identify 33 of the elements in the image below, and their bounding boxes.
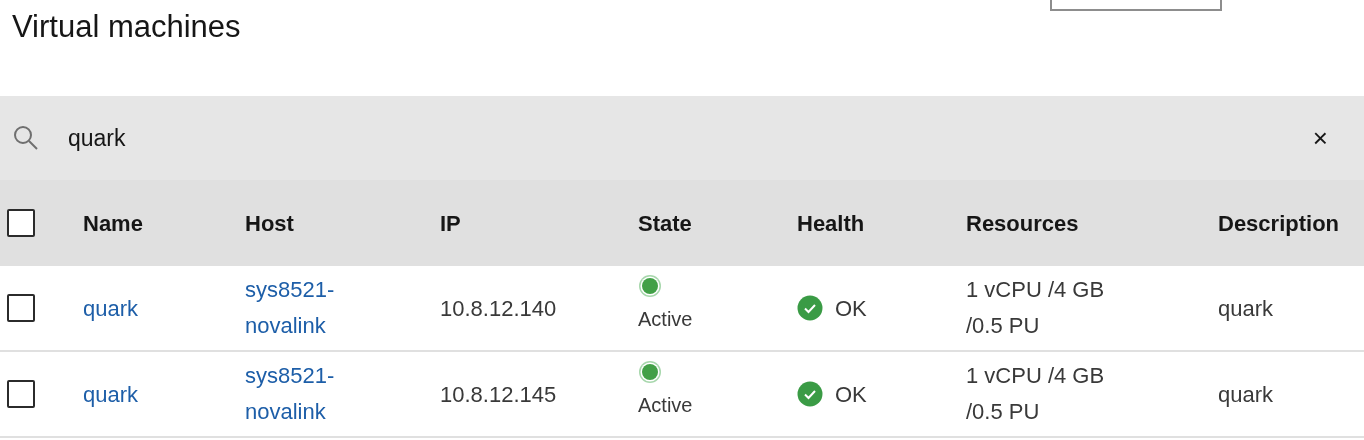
host-link[interactable]: sys8521-novalink <box>245 271 365 345</box>
state-text: Active <box>638 393 693 418</box>
button[interactable] <box>1050 0 1222 11</box>
description-text: quark <box>1218 380 1274 409</box>
column-header[interactable]: Host <box>245 206 294 240</box>
column-header[interactable]: State <box>638 206 692 240</box>
resources-text: 1 vCPU /4 GB /0.5 PU <box>966 275 1106 340</box>
column-header[interactable]: Name <box>83 206 143 240</box>
ip-address: 10.8.12.140 <box>440 294 557 323</box>
search-icon <box>12 124 40 152</box>
vm-name-link[interactable]: quark <box>83 291 139 325</box>
resources-text: 1 vCPU /4 GB /0.5 PU <box>966 361 1106 426</box>
vm-name-link[interactable]: quark <box>83 377 139 411</box>
check-circle-icon <box>797 381 823 407</box>
column-header[interactable]: Description <box>1218 206 1340 240</box>
health-text: OK <box>835 380 867 409</box>
select-all-checkbox[interactable] <box>7 209 35 237</box>
row-checkbox[interactable] <box>7 380 35 408</box>
ip-address: 10.8.12.145 <box>440 380 557 409</box>
status-dot-icon <box>638 274 662 298</box>
row-checkbox[interactable] <box>7 294 35 322</box>
search-field[interactable]: quark × <box>0 96 1364 180</box>
column-header[interactable]: Health <box>797 206 865 240</box>
column-header[interactable]: IP <box>440 206 461 240</box>
state-text: Active <box>638 307 693 332</box>
clear-button[interactable]: × <box>1308 125 1332 151</box>
host-link[interactable]: sys8521-novalink <box>245 357 365 431</box>
page-title: Virtual machines <box>12 8 241 46</box>
check-circle-icon <box>797 295 823 321</box>
description-text: quark <box>1218 294 1274 323</box>
column-header[interactable]: Resources <box>966 206 1079 240</box>
status-dot-icon <box>638 360 662 384</box>
health-text: OK <box>835 294 867 323</box>
